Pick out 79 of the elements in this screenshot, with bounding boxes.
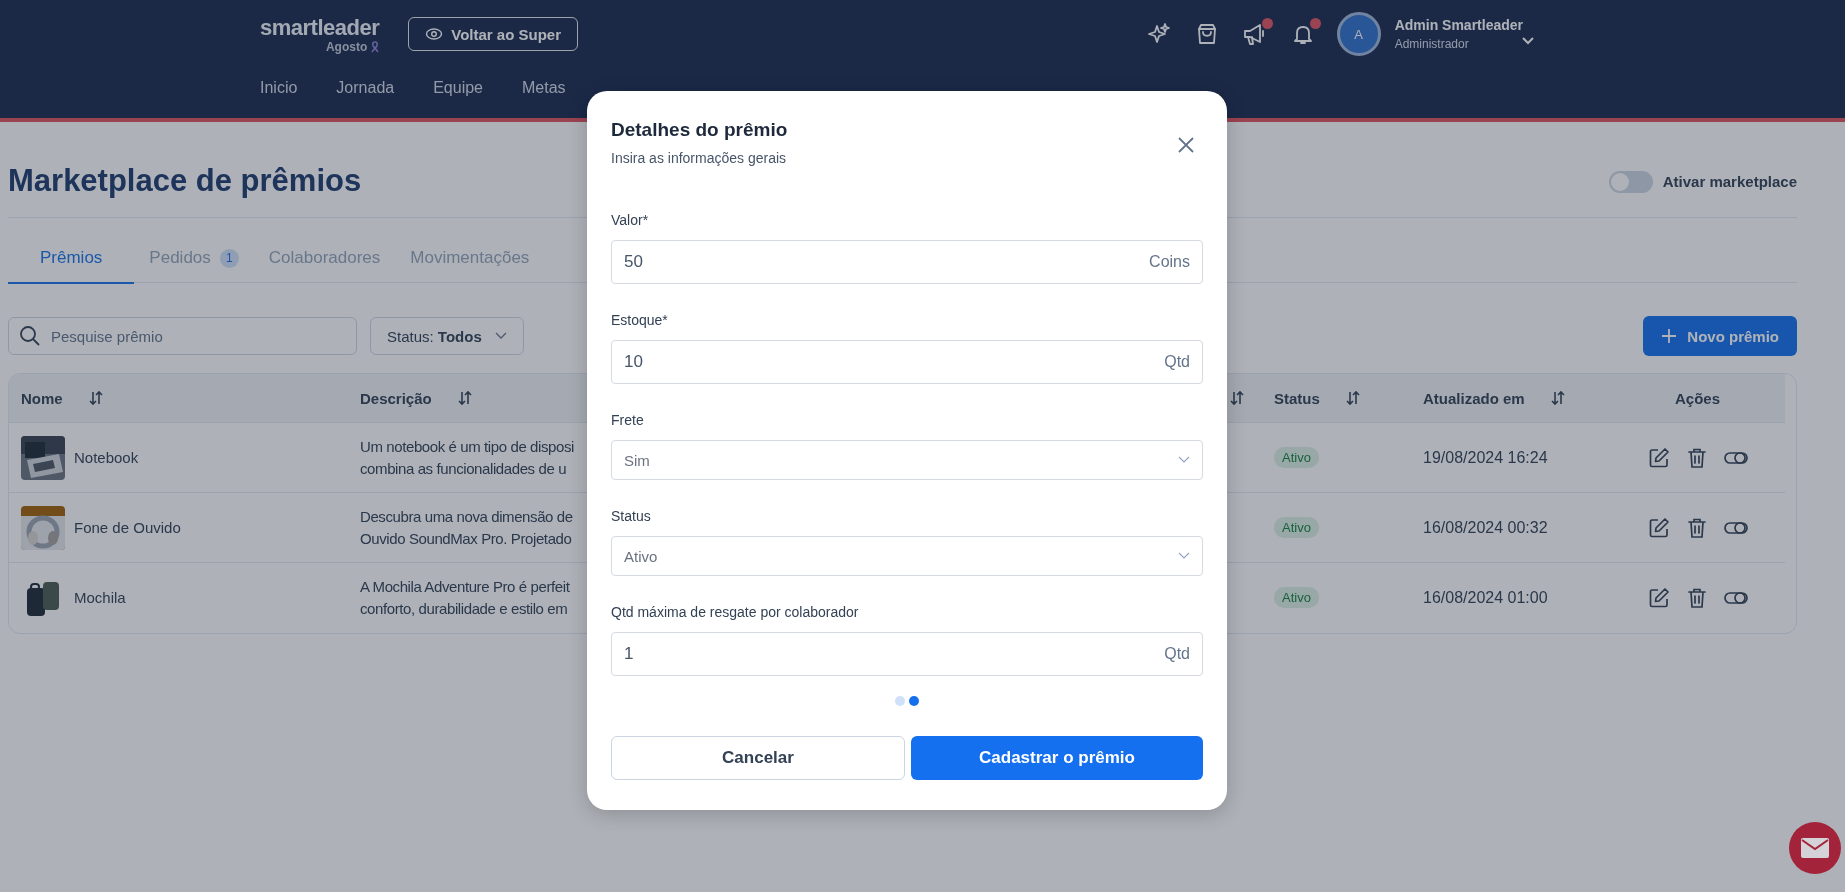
ribbon-icon — [371, 40, 380, 53]
sort-icon[interactable] — [88, 390, 103, 406]
search-field[interactable]: Pesquise prêmio — [8, 317, 357, 355]
user-name: Admin Smartleader — [1394, 17, 1523, 33]
prize-name: Fone de Ouvido — [74, 519, 181, 536]
step-dot[interactable] — [909, 696, 919, 706]
updated-date: 16/08/2024 00:32 — [1423, 518, 1548, 537]
notification-dot — [1309, 18, 1321, 29]
edit-icon[interactable] — [1647, 586, 1670, 609]
updated-date: 16/08/2024 01:00 — [1423, 588, 1548, 607]
cancel-button[interactable]: Cancelar — [611, 736, 905, 780]
tab[interactable]: Pedidos 1 — [134, 235, 254, 284]
close-icon[interactable] — [1177, 135, 1195, 154]
page-title: Marketplace de prêmios — [8, 162, 362, 199]
column-header: Ações — [1675, 389, 1720, 407]
back-to-super-button[interactable]: Voltar ao Super — [408, 17, 578, 51]
chevron-down-icon — [1178, 456, 1190, 464]
updated-date: 19/08/2024 16:24 — [1423, 448, 1548, 467]
logo[interactable]: smartleader — [260, 14, 380, 41]
select-dropdown[interactable]: Sim — [611, 440, 1203, 480]
count-badge: 1 — [219, 248, 239, 268]
input-field[interactable]: 1 Qtd — [611, 632, 1203, 676]
tab[interactable]: Prêmios — [8, 235, 135, 284]
prize-description: A Mochila Adventure Pro é perfeit conforto, durabilidade e estilo em — [360, 576, 570, 619]
nav-link[interactable]: Metas — [522, 79, 566, 97]
chevron-down-icon — [1178, 552, 1190, 560]
column-header: Descrição — [360, 389, 432, 407]
prize-name: Notebook — [74, 449, 139, 466]
submit-button[interactable]: Cadastrar o prêmio — [911, 736, 1203, 780]
toggle-switch[interactable] — [1608, 170, 1653, 193]
user-role: Administrador — [1394, 37, 1470, 51]
field-label: Valor* — [611, 212, 650, 229]
mail-icon — [1800, 837, 1830, 859]
column-header: Nome — [21, 389, 63, 407]
input-field[interactable]: 50 Coins — [611, 240, 1203, 284]
month-label: Agosto — [325, 39, 368, 54]
column-header: Atualizado em — [1423, 389, 1525, 407]
eye-icon — [425, 27, 444, 41]
delete-icon[interactable] — [1686, 516, 1707, 539]
user-avatar[interactable]: A — [1336, 12, 1381, 56]
notification-dot — [1261, 18, 1273, 29]
status-tag: Ativo — [1274, 517, 1319, 538]
status-tag: Ativo — [1274, 447, 1319, 468]
field-label: Status — [611, 508, 652, 525]
edit-icon[interactable] — [1647, 516, 1670, 539]
nav-link[interactable]: Inicio — [260, 79, 298, 97]
toggle-icon[interactable] — [1723, 450, 1748, 465]
chevron-down-icon — [495, 332, 507, 340]
prize-description: Descubra uma nova dimensão de Ouvido SoundMax Pro. Projetado — [360, 506, 573, 549]
edit-icon[interactable] — [1647, 446, 1670, 469]
dialog-title: Detalhes do prêmio — [611, 119, 788, 141]
column-header: Status — [1274, 389, 1320, 407]
step-dot[interactable] — [895, 696, 905, 706]
plus-icon — [1661, 328, 1678, 344]
prize-name: Mochila — [74, 589, 126, 606]
nav-link[interactable]: Equipe — [433, 79, 483, 97]
select-dropdown[interactable]: Ativo — [611, 536, 1203, 576]
toggle-icon[interactable] — [1723, 520, 1748, 535]
sort-icon[interactable] — [1230, 390, 1244, 406]
dialog-subtitle: Insira as informações gerais — [611, 150, 788, 166]
status-tag: Ativo — [1274, 587, 1319, 608]
field-label: Estoque* — [611, 312, 669, 329]
field-label: Qtd máxima de resgate por colaborador — [611, 604, 860, 621]
toggle-icon[interactable] — [1723, 590, 1748, 605]
search-icon — [19, 325, 41, 347]
sort-icon[interactable] — [1345, 390, 1360, 406]
delete-icon[interactable] — [1686, 446, 1707, 469]
prize-description: Um notebook é um tipo de disposi combina as funcionalidades de u — [360, 436, 574, 479]
sort-icon[interactable] — [457, 390, 472, 406]
input-field[interactable]: 10 Qtd — [611, 340, 1203, 384]
mail-button[interactable] — [1789, 822, 1841, 874]
new-prize-button[interactable]: Novo prêmio — [1643, 316, 1797, 356]
sort-icon[interactable] — [1550, 390, 1565, 406]
field-label: Frete — [611, 412, 645, 429]
delete-icon[interactable] — [1686, 586, 1707, 609]
toggle-label: Ativar marketplace — [1662, 173, 1797, 190]
chevron-down-icon[interactable] — [1521, 36, 1535, 46]
status-filter-dropdown[interactable]: Status: Todos — [370, 317, 524, 355]
nav-link[interactable]: Jornada — [336, 79, 395, 97]
